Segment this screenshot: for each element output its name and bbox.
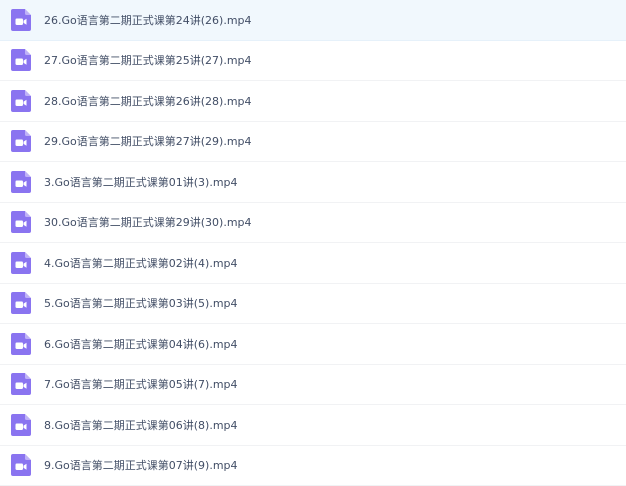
video-file-icon (11, 454, 31, 476)
file-name[interactable]: 5.Go语言第二期正式课第03讲(5).mp4 (44, 295, 238, 311)
file-name[interactable]: 8.Go语言第二期正式课第06讲(8).mp4 (44, 417, 238, 433)
file-name[interactable]: 26.Go语言第二期正式课第24讲(26).mp4 (44, 12, 252, 28)
video-file-icon (11, 130, 31, 152)
file-row[interactable]: 5.Go语言第二期正式课第03讲(5).mp4 (0, 284, 626, 325)
file-name[interactable]: 4.Go语言第二期正式课第02讲(4).mp4 (44, 255, 238, 271)
file-name[interactable]: 6.Go语言第二期正式课第04讲(6).mp4 (44, 336, 238, 352)
video-file-icon (11, 252, 31, 274)
video-file-icon (11, 292, 31, 314)
video-file-icon (11, 333, 31, 355)
file-name[interactable]: 7.Go语言第二期正式课第05讲(7).mp4 (44, 376, 238, 392)
file-name[interactable]: 30.Go语言第二期正式课第29讲(30).mp4 (44, 214, 252, 230)
video-file-icon (11, 171, 31, 193)
file-row[interactable]: 9.Go语言第二期正式课第07讲(9).mp4 (0, 446, 626, 486)
file-row[interactable]: 29.Go语言第二期正式课第27讲(29).mp4 (0, 122, 626, 163)
file-name[interactable]: 29.Go语言第二期正式课第27讲(29).mp4 (44, 133, 252, 149)
file-name[interactable]: 3.Go语言第二期正式课第01讲(3).mp4 (44, 174, 238, 190)
file-name[interactable]: 27.Go语言第二期正式课第25讲(27).mp4 (44, 52, 252, 68)
video-file-icon (11, 90, 31, 112)
file-row[interactable]: 7.Go语言第二期正式课第05讲(7).mp4 (0, 365, 626, 406)
file-name[interactable]: 28.Go语言第二期正式课第26讲(28).mp4 (44, 93, 252, 109)
video-file-icon (11, 49, 31, 71)
video-file-icon (11, 373, 31, 395)
file-list: 26.Go语言第二期正式课第24讲(26).mp4 27.Go语言第二期正式课第… (0, 0, 626, 481)
video-file-icon (11, 211, 31, 233)
file-name[interactable]: 9.Go语言第二期正式课第07讲(9).mp4 (44, 457, 238, 473)
file-row[interactable]: 6.Go语言第二期正式课第04讲(6).mp4 (0, 324, 626, 365)
file-row[interactable]: 28.Go语言第二期正式课第26讲(28).mp4 (0, 81, 626, 122)
file-row[interactable]: 3.Go语言第二期正式课第01讲(3).mp4 (0, 162, 626, 203)
file-row[interactable]: 26.Go语言第二期正式课第24讲(26).mp4 (0, 0, 626, 41)
file-row[interactable]: 8.Go语言第二期正式课第06讲(8).mp4 (0, 405, 626, 446)
video-file-icon (11, 9, 31, 31)
video-file-icon (11, 414, 31, 436)
file-row[interactable]: 4.Go语言第二期正式课第02讲(4).mp4 (0, 243, 626, 284)
file-row[interactable]: 30.Go语言第二期正式课第29讲(30).mp4 (0, 203, 626, 244)
file-row[interactable]: 27.Go语言第二期正式课第25讲(27).mp4 (0, 41, 626, 82)
